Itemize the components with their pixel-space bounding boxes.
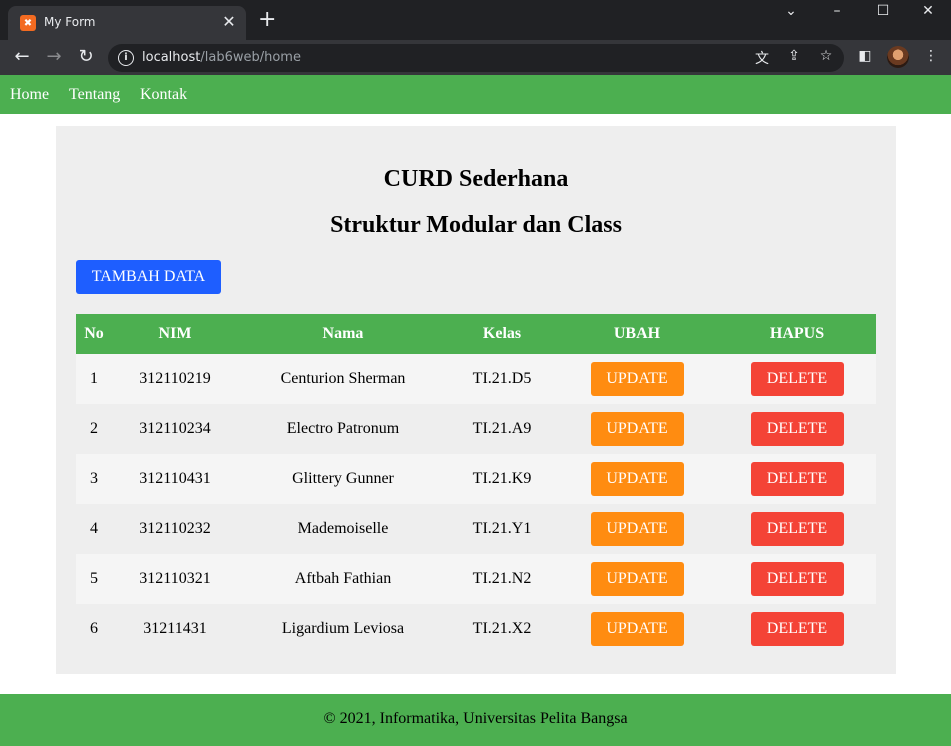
cell-no: 4 <box>76 504 112 554</box>
cell-ubah: UPDATE <box>556 454 718 504</box>
cell-hapus: DELETE <box>718 554 876 604</box>
new-tab-icon[interactable]: + <box>258 8 276 32</box>
delete-button[interactable]: DELETE <box>750 462 844 496</box>
header-kelas: Kelas <box>448 314 556 354</box>
table-row: 3 312110431 Glittery Gunner TI.21.K9 UPD… <box>76 454 876 504</box>
table-row: 5 312110321 Aftbah Fathian TI.21.N2 UPDA… <box>76 554 876 604</box>
header-nim: NIM <box>112 314 238 354</box>
translate-icon[interactable]: 文 <box>752 48 772 68</box>
delete-button[interactable]: DELETE <box>750 562 844 596</box>
header-nama: Nama <box>238 314 448 354</box>
cell-nim: 312110234 <box>112 404 238 454</box>
update-button[interactable]: UPDATE <box>590 462 684 496</box>
cell-nama: Mademoiselle <box>238 504 448 554</box>
cell-nim: 312110232 <box>112 504 238 554</box>
cell-nim: 31211431 <box>112 604 238 654</box>
window-close-icon[interactable]: ✕ <box>905 2 951 20</box>
data-table: No NIM Nama Kelas UBAH HAPUS 1 312110219… <box>76 314 876 654</box>
delete-button[interactable]: DELETE <box>750 412 844 446</box>
footer: © 2021, Informatika, Universitas Pelita … <box>0 694 951 746</box>
tab-title: My Form <box>44 15 96 29</box>
cell-kelas: TI.21.X2 <box>448 604 556 654</box>
browser-tab-bar: ✖ My Form ✕ + ⌄ – ☐ ✕ <box>0 0 951 40</box>
update-button[interactable]: UPDATE <box>590 412 684 446</box>
reload-icon[interactable]: ↻ <box>75 46 97 68</box>
header-no: No <box>76 314 112 354</box>
browser-toolbar: ← → ↻ i localhost/lab6web/home 文 ⇪ ☆ ◧ ⋮ <box>0 40 951 75</box>
cell-nama: Glittery Gunner <box>238 454 448 504</box>
forward-icon[interactable]: → <box>43 46 65 68</box>
url-host: localhost <box>142 50 201 65</box>
cell-ubah: UPDATE <box>556 404 718 454</box>
cell-nama: Aftbah Fathian <box>238 554 448 604</box>
xampp-favicon-icon: ✖ <box>20 15 36 31</box>
cell-ubah: UPDATE <box>556 504 718 554</box>
url-path: /lab6web/home <box>200 50 301 65</box>
cell-hapus: DELETE <box>718 504 876 554</box>
nav-home-link[interactable]: Home <box>10 86 49 104</box>
site-info-icon[interactable]: i <box>118 50 134 66</box>
cell-nama: Centurion Sherman <box>238 354 448 404</box>
update-button[interactable]: UPDATE <box>590 612 684 646</box>
cell-no: 6 <box>76 604 112 654</box>
nav-tentang-link[interactable]: Tentang <box>69 86 120 104</box>
cell-kelas: TI.21.K9 <box>448 454 556 504</box>
delete-button[interactable]: DELETE <box>750 612 844 646</box>
profile-avatar[interactable] <box>887 46 909 68</box>
cell-kelas: TI.21.N2 <box>448 554 556 604</box>
cell-kelas: TI.21.A9 <box>448 404 556 454</box>
cell-hapus: DELETE <box>718 354 876 404</box>
table-row: 2 312110234 Electro Patronum TI.21.A9 UP… <box>76 404 876 454</box>
cell-hapus: DELETE <box>718 604 876 654</box>
table-row: 4 312110232 Mademoiselle TI.21.Y1 UPDATE… <box>76 504 876 554</box>
address-bar[interactable]: i localhost/lab6web/home 文 ⇪ ☆ <box>108 44 844 72</box>
update-button[interactable]: UPDATE <box>590 362 684 396</box>
menu-kebab-icon[interactable]: ⋮ <box>921 48 941 64</box>
cell-nim: 312110431 <box>112 454 238 504</box>
cell-no: 2 <box>76 404 112 454</box>
page-subtitle: Struktur Modular dan Class <box>330 212 622 238</box>
bookmark-star-icon[interactable]: ☆ <box>816 48 836 64</box>
cell-hapus: DELETE <box>718 404 876 454</box>
back-icon[interactable]: ← <box>11 46 33 68</box>
table-header-row: No NIM Nama Kelas UBAH HAPUS <box>76 314 876 354</box>
maximize-icon[interactable]: ☐ <box>860 2 906 20</box>
update-button[interactable]: UPDATE <box>590 512 684 546</box>
tab-search-chevron-icon[interactable]: ⌄ <box>768 2 814 20</box>
cell-nim: 312110321 <box>112 554 238 604</box>
table-row: 1 312110219 Centurion Sherman TI.21.D5 U… <box>76 354 876 404</box>
site-nav: Home Tentang Kontak <box>0 75 951 114</box>
main-container: CURD Sederhana Struktur Modular dan Clas… <box>56 126 896 674</box>
delete-button[interactable]: DELETE <box>750 362 844 396</box>
cell-hapus: DELETE <box>718 454 876 504</box>
share-icon[interactable]: ⇪ <box>784 48 804 64</box>
browser-tab[interactable]: ✖ My Form ✕ <box>8 6 246 40</box>
minimize-icon[interactable]: – <box>814 2 860 20</box>
nav-kontak-link[interactable]: Kontak <box>140 86 187 104</box>
cell-ubah: UPDATE <box>556 354 718 404</box>
cell-ubah: UPDATE <box>556 604 718 654</box>
table-row: 6 31211431 Ligardium Leviosa TI.21.X2 UP… <box>76 604 876 654</box>
cell-kelas: TI.21.Y1 <box>448 504 556 554</box>
cell-no: 5 <box>76 554 112 604</box>
cell-nim: 312110219 <box>112 354 238 404</box>
delete-button[interactable]: DELETE <box>750 512 844 546</box>
update-button[interactable]: UPDATE <box>590 562 684 596</box>
cell-ubah: UPDATE <box>556 554 718 604</box>
add-data-button[interactable]: TAMBAH DATA <box>76 260 221 294</box>
header-hapus: HAPUS <box>718 314 876 354</box>
url-text: localhost/lab6web/home <box>142 50 301 65</box>
page-title: CURD Sederhana <box>383 166 569 192</box>
header-ubah: UBAH <box>556 314 718 354</box>
cell-no: 3 <box>76 454 112 504</box>
cell-no: 1 <box>76 354 112 404</box>
side-panel-icon[interactable]: ◧ <box>855 48 875 64</box>
cell-nama: Ligardium Leviosa <box>238 604 448 654</box>
cell-kelas: TI.21.D5 <box>448 354 556 404</box>
tab-close-icon[interactable]: ✕ <box>220 12 238 31</box>
cell-nama: Electro Patronum <box>238 404 448 454</box>
